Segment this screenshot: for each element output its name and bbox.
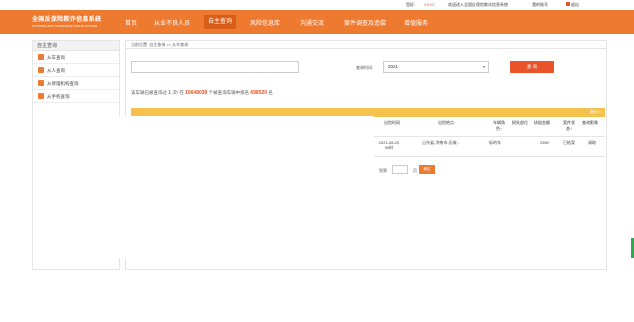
col-case-status[interactable]: 案件状态↑	[562, 120, 576, 132]
query-stats: 该车辆已被查询过 1 次! 在 10648038 个被查询车辆中排名 69852…	[131, 90, 273, 96]
cell-vehicle-role: 标的车	[489, 140, 501, 145]
wrench-icon	[38, 80, 44, 86]
logo: 全国反保险欺诈信息系统 NATIONAL ANTI INSURANCE FRAU…	[32, 14, 101, 28]
view-image-link[interactable]: 调取	[588, 140, 596, 146]
sidebar-item-phone[interactable]: 从手机查询	[33, 90, 119, 103]
person-icon	[38, 67, 44, 73]
welcome-text: 欢迎进入全国反保险欺诈信息系统	[448, 2, 508, 7]
divider	[126, 48, 606, 49]
col-accident-time: 出险时间	[384, 120, 400, 125]
top-bar: 您好, XXXX 欢迎进入全国反保险欺诈信息系统 我的账号 退出	[0, 0, 634, 10]
redacted-area	[54, 116, 373, 258]
row-divider	[374, 156, 605, 157]
my-account-link[interactable]: 我的账号	[532, 2, 548, 8]
query-count: 1	[168, 90, 172, 96]
row-divider	[374, 136, 605, 137]
pager-label: 到第	[379, 168, 387, 173]
nav-communication[interactable]: 沟通交流	[300, 18, 324, 27]
sidebar-item-vehicle[interactable]: 从车查询	[33, 51, 119, 64]
col-accident-location: 出险地点	[438, 120, 454, 125]
logo-title: 全国反保险欺诈信息系统	[32, 17, 102, 23]
page-number-input[interactable]	[392, 165, 408, 174]
cell-accident-location: 山东省-济南市-历城...	[422, 140, 460, 145]
time-select[interactable]: 2021 ▾	[383, 61, 489, 73]
time-label: 查询时间:	[356, 65, 374, 70]
logout-icon	[566, 2, 570, 6]
cell-case-status: 已结案	[563, 140, 575, 145]
username[interactable]: XXXX	[424, 2, 435, 7]
cell-accident-time: 2021-08-20 09时	[378, 140, 400, 150]
cell-claim-amount: 2550	[540, 140, 549, 145]
rank: 698520	[250, 90, 268, 96]
chevron-down-icon: ▾	[482, 64, 485, 69]
logout-link[interactable]: 退出	[566, 2, 579, 8]
nav-home[interactable]: 首页	[125, 18, 137, 27]
col-query-image: 查询影像	[582, 120, 598, 125]
sidebar-item-person[interactable]: 从人查询	[33, 64, 119, 77]
phone-icon	[38, 93, 44, 99]
sidebar-item-repair[interactable]: 从修理机构查询	[33, 77, 119, 90]
more-link[interactable]: 更多>>	[590, 110, 601, 115]
nav-bad-practitioners[interactable]: 从业不良人员	[154, 18, 190, 27]
col-claim-amount: 核赔金额	[534, 120, 550, 125]
greeting: 您好,	[406, 2, 416, 7]
nav-risk-db[interactable]: 风险信息库	[250, 18, 280, 27]
search-input[interactable]	[132, 62, 298, 72]
col-vehicle-role[interactable]: 车辆角色↑	[492, 120, 506, 132]
go-page-button[interactable]: 确定	[419, 165, 435, 174]
sidebar-title: 自主查询	[33, 41, 119, 51]
nav-case-investigation[interactable]: 案件调查及追偿	[344, 18, 386, 27]
time-value: 2021	[388, 64, 399, 69]
search-box[interactable]	[131, 61, 299, 73]
header-nav: 全国反保险欺诈信息系统 NATIONAL ANTI INSURANCE FRAU…	[0, 10, 634, 34]
nav-value-added[interactable]: 增值服务	[404, 18, 428, 27]
logo-subtitle: NATIONAL ANTI INSURANCE FRAUD SYSTEM	[32, 24, 98, 28]
pager-page-label: 页	[413, 168, 417, 173]
total-vehicles: 10648038	[185, 90, 208, 96]
car-icon	[38, 54, 44, 60]
query-button[interactable]: 查 询	[510, 61, 554, 73]
col-loss-part: 损失部位	[512, 120, 528, 125]
nav-self-query[interactable]: 自主查询	[204, 15, 237, 29]
